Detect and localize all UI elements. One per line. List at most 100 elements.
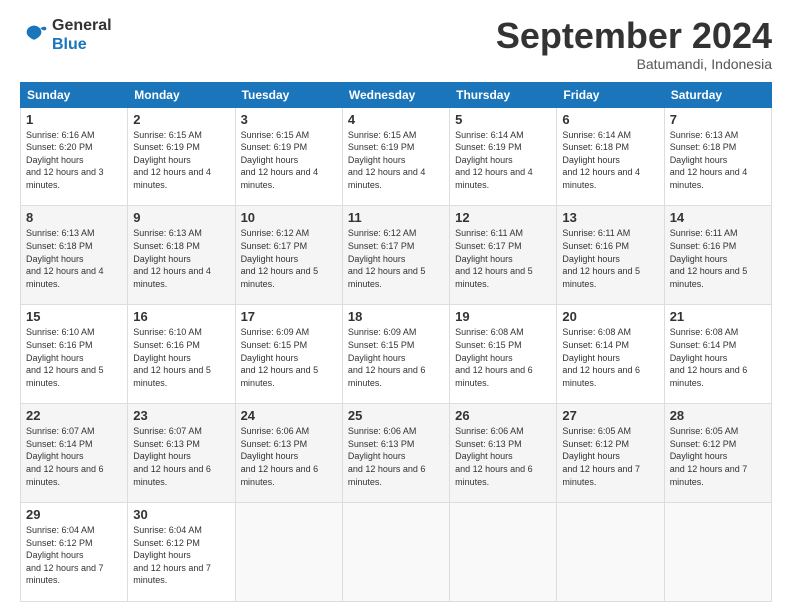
day-detail: Sunrise: 6:15 AM Sunset: 6:19 PM Dayligh… [133,129,229,192]
calendar-day: 2 Sunrise: 6:15 AM Sunset: 6:19 PM Dayli… [128,107,235,206]
day-number: 10 [241,210,337,225]
day-number: 13 [562,210,658,225]
day-number: 8 [26,210,122,225]
day-detail: Sunrise: 6:14 AM Sunset: 6:18 PM Dayligh… [562,129,658,192]
calendar-header-monday: Monday [128,82,235,107]
day-detail: Sunrise: 6:10 AM Sunset: 6:16 PM Dayligh… [133,326,229,389]
calendar-day: 14 Sunrise: 6:11 AM Sunset: 6:16 PM Dayl… [664,206,771,305]
calendar-day: 21 Sunrise: 6:08 AM Sunset: 6:14 PM Dayl… [664,305,771,404]
day-number: 17 [241,309,337,324]
day-detail: Sunrise: 6:14 AM Sunset: 6:19 PM Dayligh… [455,129,551,192]
day-detail: Sunrise: 6:04 AM Sunset: 6:12 PM Dayligh… [133,524,229,587]
location: Batumandi, Indonesia [496,56,772,72]
day-detail: Sunrise: 6:08 AM Sunset: 6:14 PM Dayligh… [562,326,658,389]
day-number: 30 [133,507,229,522]
calendar-day: 22 Sunrise: 6:07 AM Sunset: 6:14 PM Dayl… [21,404,128,503]
day-number: 4 [348,112,444,127]
day-number: 18 [348,309,444,324]
calendar-day: 25 Sunrise: 6:06 AM Sunset: 6:13 PM Dayl… [342,404,449,503]
day-detail: Sunrise: 6:09 AM Sunset: 6:15 PM Dayligh… [348,326,444,389]
day-detail: Sunrise: 6:06 AM Sunset: 6:13 PM Dayligh… [348,425,444,488]
day-number: 11 [348,210,444,225]
calendar-week-3: 15 Sunrise: 6:10 AM Sunset: 6:16 PM Dayl… [21,305,772,404]
calendar-day: 15 Sunrise: 6:10 AM Sunset: 6:16 PM Dayl… [21,305,128,404]
day-number: 15 [26,309,122,324]
day-number: 24 [241,408,337,423]
day-number: 20 [562,309,658,324]
day-number: 2 [133,112,229,127]
calendar-day: 24 Sunrise: 6:06 AM Sunset: 6:13 PM Dayl… [235,404,342,503]
day-detail: Sunrise: 6:04 AM Sunset: 6:12 PM Dayligh… [26,524,122,587]
day-detail: Sunrise: 6:06 AM Sunset: 6:13 PM Dayligh… [455,425,551,488]
day-detail: Sunrise: 6:11 AM Sunset: 6:16 PM Dayligh… [670,227,766,290]
day-detail: Sunrise: 6:06 AM Sunset: 6:13 PM Dayligh… [241,425,337,488]
day-number: 27 [562,408,658,423]
calendar-day [664,503,771,602]
title-block: September 2024 Batumandi, Indonesia [496,16,772,72]
day-detail: Sunrise: 6:08 AM Sunset: 6:15 PM Dayligh… [455,326,551,389]
day-detail: Sunrise: 6:09 AM Sunset: 6:15 PM Dayligh… [241,326,337,389]
day-detail: Sunrise: 6:08 AM Sunset: 6:14 PM Dayligh… [670,326,766,389]
calendar-day: 19 Sunrise: 6:08 AM Sunset: 6:15 PM Dayl… [450,305,557,404]
calendar-day: 16 Sunrise: 6:10 AM Sunset: 6:16 PM Dayl… [128,305,235,404]
day-detail: Sunrise: 6:11 AM Sunset: 6:17 PM Dayligh… [455,227,551,290]
day-detail: Sunrise: 6:13 AM Sunset: 6:18 PM Dayligh… [26,227,122,290]
day-number: 3 [241,112,337,127]
day-number: 21 [670,309,766,324]
day-number: 19 [455,309,551,324]
day-detail: Sunrise: 6:05 AM Sunset: 6:12 PM Dayligh… [670,425,766,488]
calendar-body: 1 Sunrise: 6:16 AM Sunset: 6:20 PM Dayli… [21,107,772,601]
day-detail: Sunrise: 6:05 AM Sunset: 6:12 PM Dayligh… [562,425,658,488]
calendar-day: 1 Sunrise: 6:16 AM Sunset: 6:20 PM Dayli… [21,107,128,206]
calendar-day: 9 Sunrise: 6:13 AM Sunset: 6:18 PM Dayli… [128,206,235,305]
day-number: 16 [133,309,229,324]
logo-text: General Blue [52,16,112,54]
logo: General Blue [20,16,112,54]
calendar-day: 5 Sunrise: 6:14 AM Sunset: 6:19 PM Dayli… [450,107,557,206]
calendar-day: 13 Sunrise: 6:11 AM Sunset: 6:16 PM Dayl… [557,206,664,305]
day-detail: Sunrise: 6:13 AM Sunset: 6:18 PM Dayligh… [670,129,766,192]
day-number: 25 [348,408,444,423]
calendar-header-row: SundayMondayTuesdayWednesdayThursdayFrid… [21,82,772,107]
calendar-day: 28 Sunrise: 6:05 AM Sunset: 6:12 PM Dayl… [664,404,771,503]
calendar-header-saturday: Saturday [664,82,771,107]
day-number: 14 [670,210,766,225]
calendar-day: 6 Sunrise: 6:14 AM Sunset: 6:18 PM Dayli… [557,107,664,206]
calendar-week-4: 22 Sunrise: 6:07 AM Sunset: 6:14 PM Dayl… [21,404,772,503]
calendar-table: SundayMondayTuesdayWednesdayThursdayFrid… [20,82,772,602]
calendar-day: 8 Sunrise: 6:13 AM Sunset: 6:18 PM Dayli… [21,206,128,305]
day-detail: Sunrise: 6:12 AM Sunset: 6:17 PM Dayligh… [348,227,444,290]
calendar-day: 18 Sunrise: 6:09 AM Sunset: 6:15 PM Dayl… [342,305,449,404]
day-detail: Sunrise: 6:15 AM Sunset: 6:19 PM Dayligh… [241,129,337,192]
day-detail: Sunrise: 6:13 AM Sunset: 6:18 PM Dayligh… [133,227,229,290]
calendar-day: 10 Sunrise: 6:12 AM Sunset: 6:17 PM Dayl… [235,206,342,305]
calendar-day [450,503,557,602]
day-number: 5 [455,112,551,127]
calendar-day: 12 Sunrise: 6:11 AM Sunset: 6:17 PM Dayl… [450,206,557,305]
calendar-header-thursday: Thursday [450,82,557,107]
day-number: 28 [670,408,766,423]
calendar-day: 20 Sunrise: 6:08 AM Sunset: 6:14 PM Dayl… [557,305,664,404]
calendar-day [235,503,342,602]
day-detail: Sunrise: 6:11 AM Sunset: 6:16 PM Dayligh… [562,227,658,290]
calendar-header-sunday: Sunday [21,82,128,107]
calendar-header-wednesday: Wednesday [342,82,449,107]
calendar-header-tuesday: Tuesday [235,82,342,107]
calendar-day: 17 Sunrise: 6:09 AM Sunset: 6:15 PM Dayl… [235,305,342,404]
calendar-day [557,503,664,602]
day-number: 1 [26,112,122,127]
day-number: 7 [670,112,766,127]
day-detail: Sunrise: 6:07 AM Sunset: 6:13 PM Dayligh… [133,425,229,488]
day-number: 29 [26,507,122,522]
day-number: 6 [562,112,658,127]
month-title: September 2024 [496,16,772,56]
calendar-day: 23 Sunrise: 6:07 AM Sunset: 6:13 PM Dayl… [128,404,235,503]
logo-bird-icon [20,21,48,49]
day-detail: Sunrise: 6:07 AM Sunset: 6:14 PM Dayligh… [26,425,122,488]
day-detail: Sunrise: 6:10 AM Sunset: 6:16 PM Dayligh… [26,326,122,389]
calendar-header-friday: Friday [557,82,664,107]
calendar-day [342,503,449,602]
calendar-day: 30 Sunrise: 6:04 AM Sunset: 6:12 PM Dayl… [128,503,235,602]
calendar-day: 26 Sunrise: 6:06 AM Sunset: 6:13 PM Dayl… [450,404,557,503]
calendar-day: 7 Sunrise: 6:13 AM Sunset: 6:18 PM Dayli… [664,107,771,206]
